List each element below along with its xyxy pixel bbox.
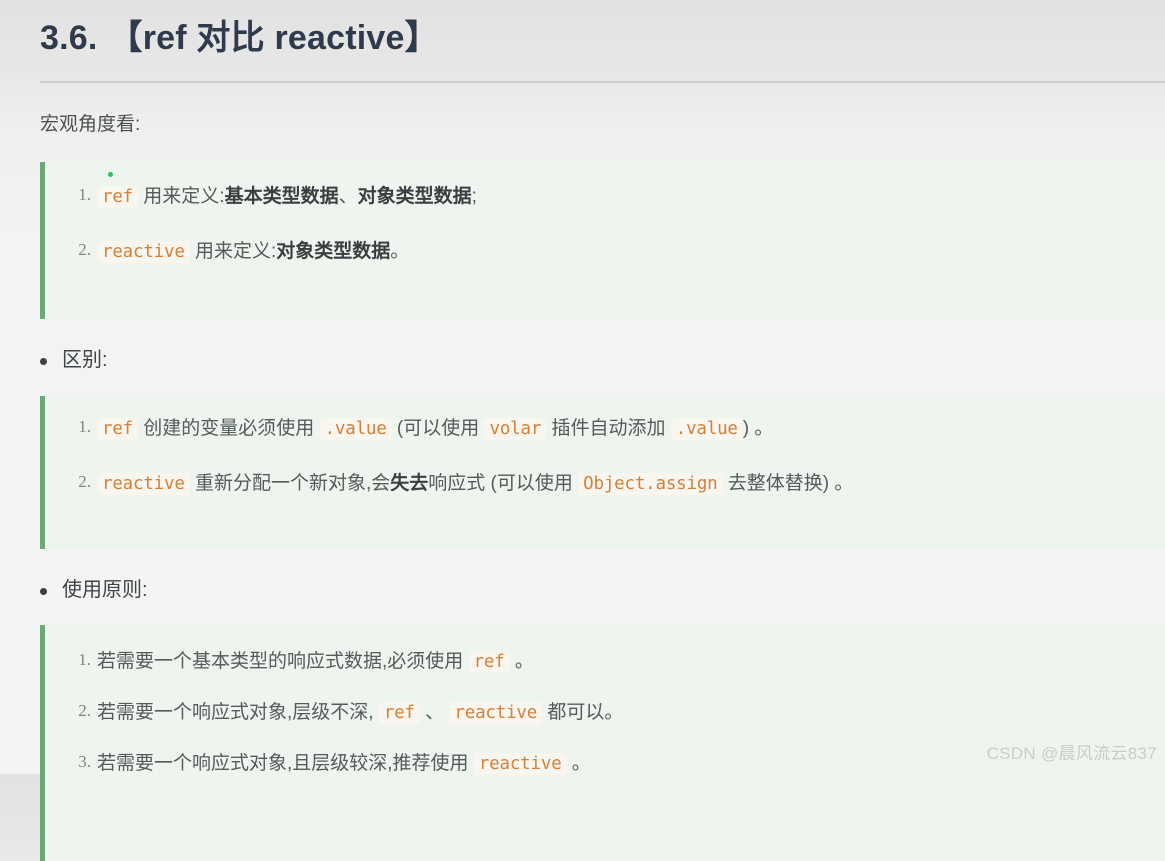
inline-code: .value bbox=[319, 417, 392, 440]
bullet-list-usage-principles: 使用原则: bbox=[0, 575, 1165, 605]
text-run: ) 。 bbox=[742, 417, 774, 439]
inline-code: ref bbox=[468, 650, 510, 673]
page-title: 3.6. 【ref 对比 reactive】 bbox=[40, 14, 1165, 63]
text-run: 。 bbox=[566, 753, 591, 775]
bullet-item-usage-principles: 使用原则: bbox=[40, 575, 1165, 605]
heading-number: 3.6. bbox=[40, 19, 98, 57]
bold-text: 基本类型数据 bbox=[224, 185, 339, 207]
bold-text: 失去 bbox=[390, 473, 429, 495]
csdn-watermark: CSDN @晨风流云837 bbox=[986, 744, 1157, 763]
inline-code: Object.assign bbox=[578, 473, 723, 496]
list-item: 若需要一个响应式对象,层级不深, ref 、 reactive 都可以。 bbox=[63, 698, 1165, 727]
bullet-item-differences: 区别: bbox=[40, 345, 1165, 375]
text-run: (可以使用 bbox=[391, 417, 485, 439]
document-page: 3.6. 【ref 对比 reactive】 宏观角度看: ref 用来定义:基本… bbox=[0, 0, 1165, 861]
text-run: 响应式 (可以使用 bbox=[428, 473, 579, 495]
text-run: 用来定义: bbox=[189, 241, 277, 263]
inline-code: ref bbox=[97, 417, 139, 440]
text-run: 。 bbox=[390, 241, 410, 263]
text-run: 若需要一个基本类型的响应式数据,必须使用 bbox=[97, 650, 469, 672]
bold-text: 对象类型数据 bbox=[276, 241, 391, 263]
inline-code: ref bbox=[378, 701, 420, 724]
list-item: reactive 用来定义:对象类型数据。 bbox=[63, 237, 1165, 266]
text-run: ; bbox=[471, 185, 477, 207]
bullet-list-differences: 区别: bbox=[0, 345, 1165, 375]
text-run: 重新分配一个新对象,会 bbox=[189, 473, 391, 495]
blockquote-differences: ref 创建的变量必须使用 .value (可以使用 volar 插件自动添加 … bbox=[40, 395, 1165, 549]
text-run: 若需要一个响应式对象,且层级较深,推荐使用 bbox=[97, 753, 474, 775]
text-run: 若需要一个响应式对象,层级不深, bbox=[97, 701, 379, 723]
inline-code: volar bbox=[484, 417, 547, 440]
list-item: ref 用来定义:基本类型数据、对象类型数据; bbox=[63, 182, 1165, 211]
heading-divider bbox=[40, 81, 1165, 84]
ordered-list-differences: ref 创建的变量必须使用 .value (可以使用 volar 插件自动添加 … bbox=[45, 414, 1165, 499]
list-item: 若需要一个基本类型的响应式数据,必须使用 ref 。 bbox=[63, 647, 1165, 676]
heading-container: 3.6. 【ref 对比 reactive】 bbox=[0, 0, 1165, 63]
inline-code: reactive bbox=[449, 701, 543, 724]
inline-code: reactive bbox=[97, 241, 190, 264]
ordered-list-macro-view: ref 用来定义:基本类型数据、对象类型数据; reactive 用来定义:对象… bbox=[45, 182, 1165, 267]
text-run: 都可以。 bbox=[542, 701, 624, 723]
text-run: 、 bbox=[338, 185, 358, 207]
inline-code: reactive bbox=[473, 753, 567, 776]
text-run: 去整体替换) 。 bbox=[722, 473, 854, 495]
text-run: 插件自动添加 bbox=[546, 417, 671, 439]
lead-paragraph: 宏观角度看: bbox=[40, 114, 141, 136]
text-run: 用来定义: bbox=[138, 185, 225, 207]
inline-code: .value bbox=[670, 417, 743, 440]
text-run: 。 bbox=[509, 650, 534, 672]
blockquote-macro-view: ref 用来定义:基本类型数据、对象类型数据; reactive 用来定义:对象… bbox=[40, 161, 1165, 319]
text-run: 创建的变量必须使用 bbox=[138, 417, 320, 439]
green-cursor-dot bbox=[108, 171, 113, 177]
list-item: reactive 重新分配一个新对象,会失去响应式 (可以使用 Object.a… bbox=[63, 469, 1165, 498]
inline-code: ref bbox=[97, 185, 139, 208]
heading-text: 【ref 对比 reactive】 bbox=[108, 19, 439, 57]
bold-text: 对象类型数据 bbox=[357, 185, 472, 207]
inline-code: reactive bbox=[97, 473, 190, 496]
text-run: 、 bbox=[419, 701, 450, 723]
list-item: ref 创建的变量必须使用 .value (可以使用 volar 插件自动添加 … bbox=[63, 414, 1165, 443]
